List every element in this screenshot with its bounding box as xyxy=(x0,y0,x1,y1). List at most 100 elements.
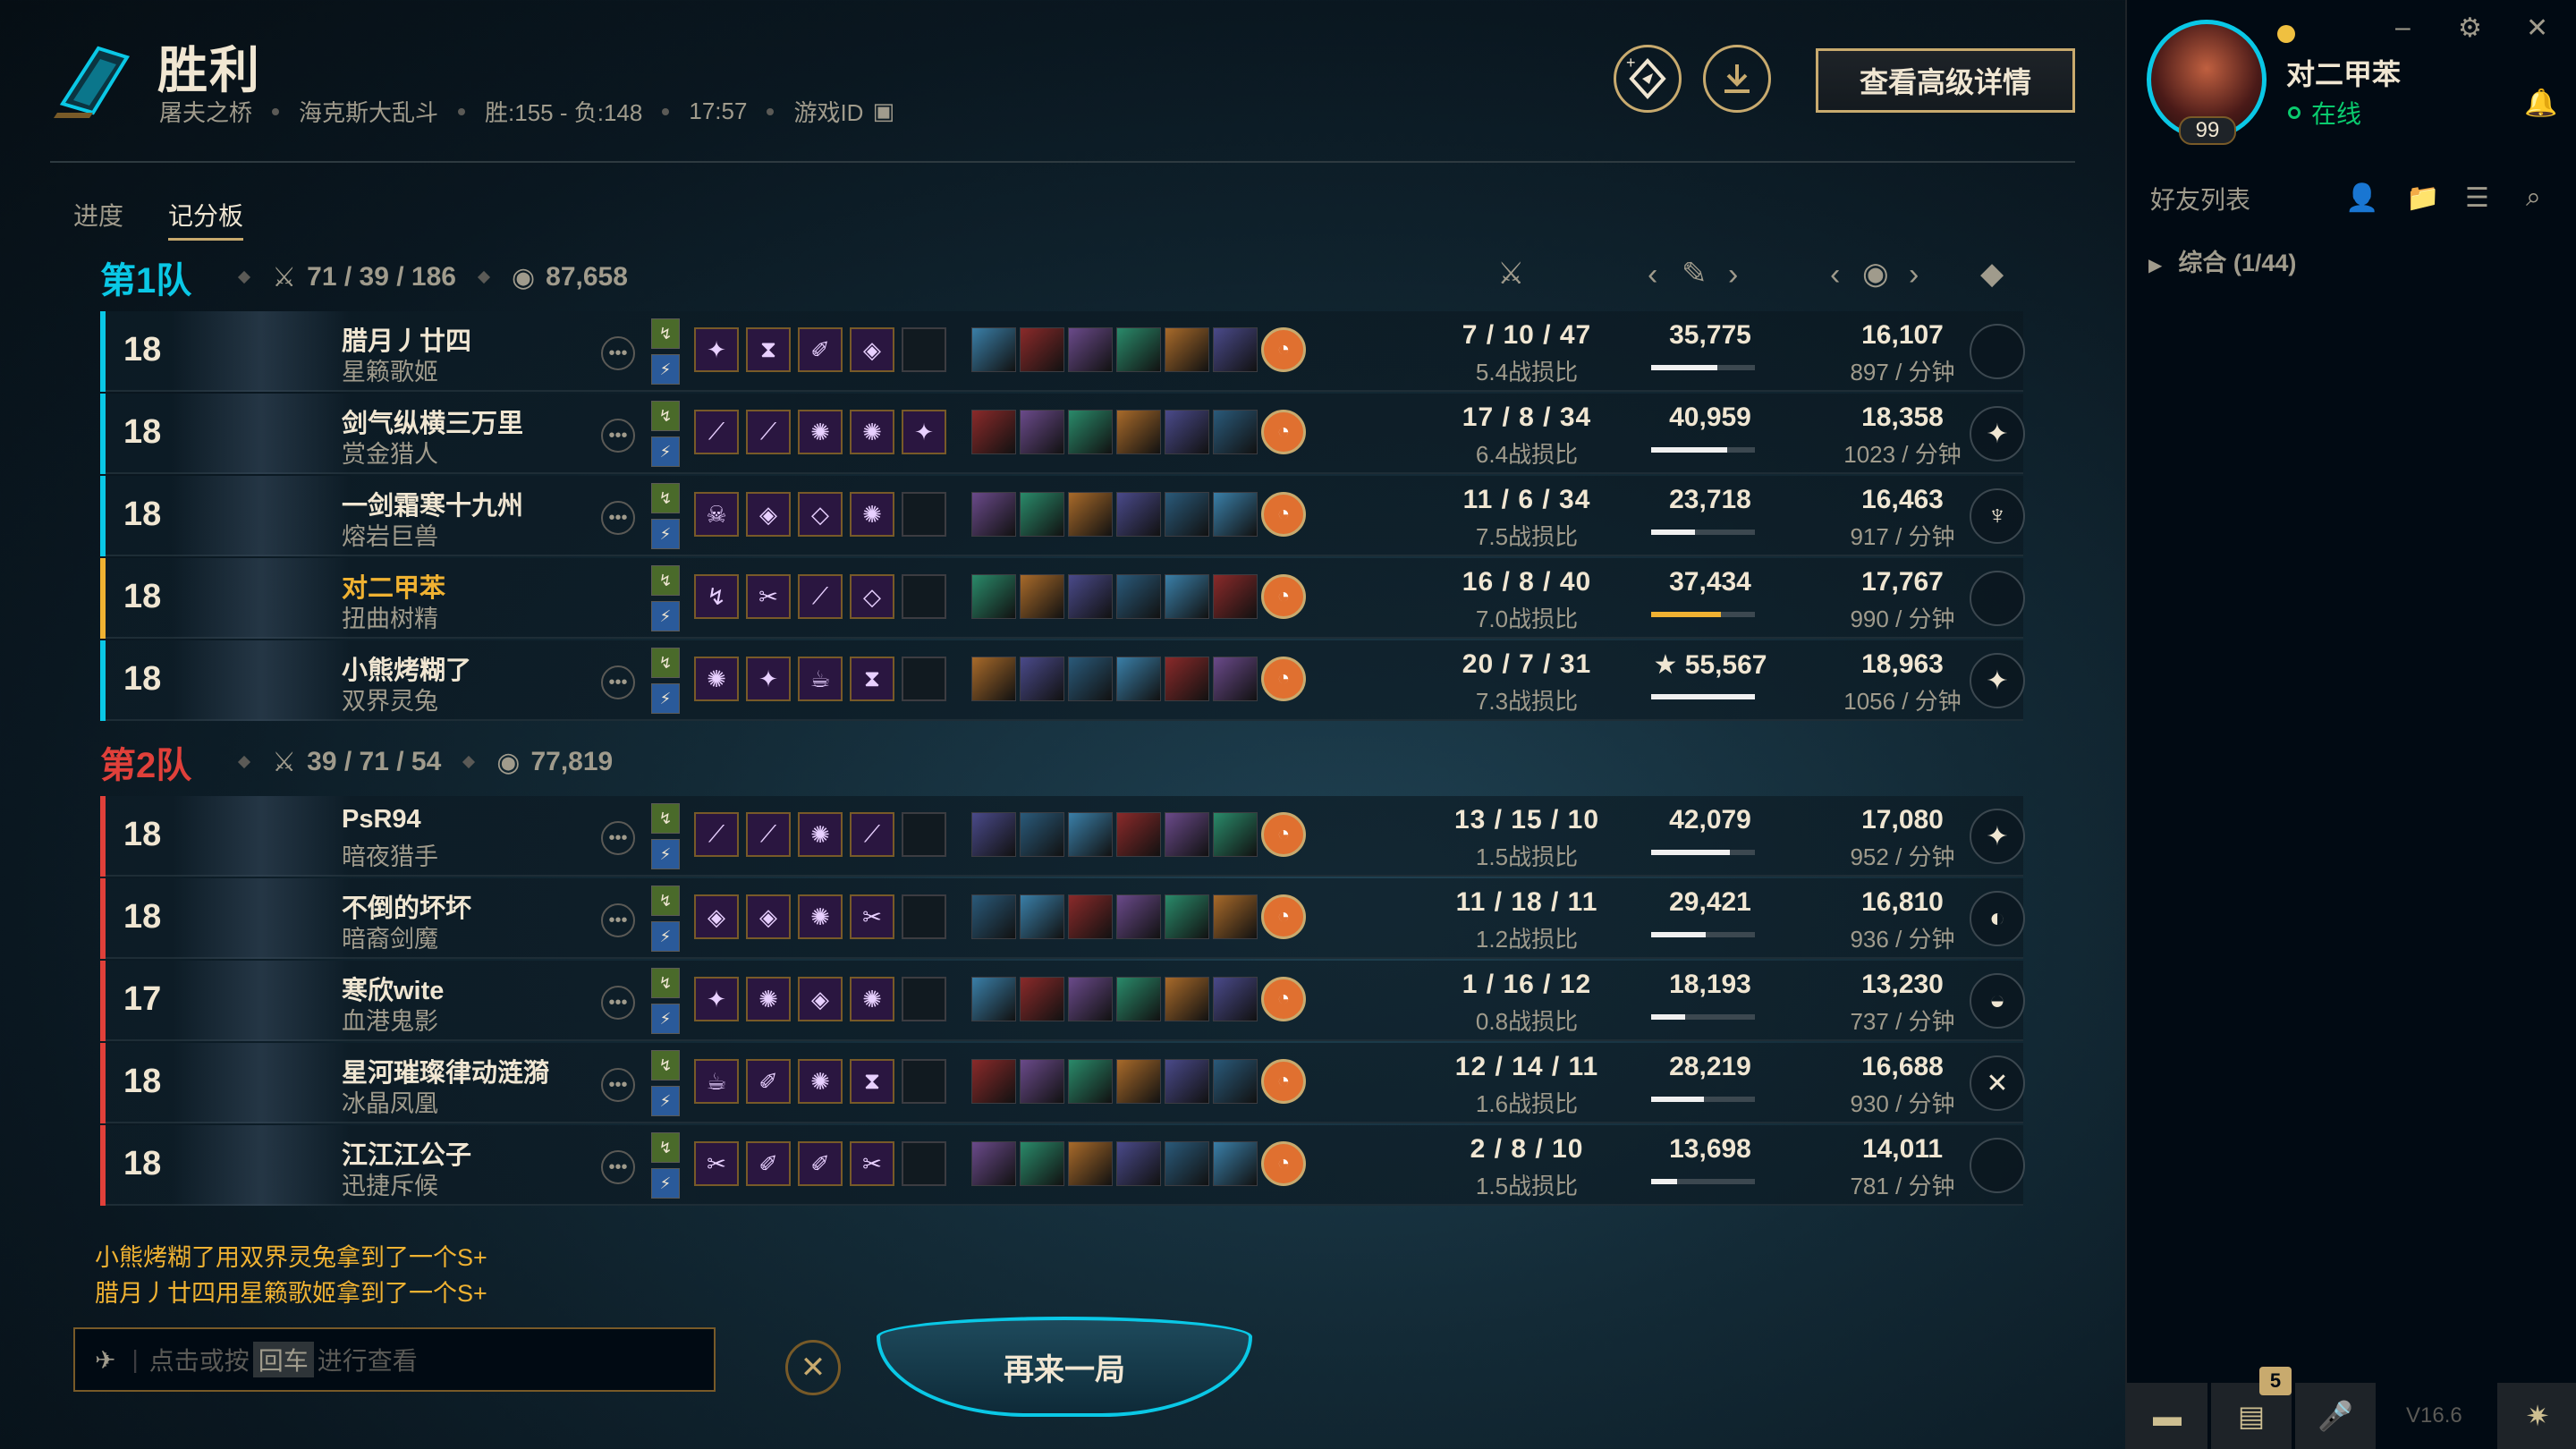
player-row[interactable]: 18 小熊烤糊了 双界灵兔 ••• ↯ ⚡ ✺ ✦ ☕ ⧗ ◔ 20 / 7 / 31… xyxy=(100,640,2025,721)
augment-icon[interactable]: ⧗ xyxy=(850,1059,894,1104)
spell-icon[interactable]: ↯ xyxy=(651,803,680,834)
item-icon[interactable] xyxy=(1068,1059,1113,1104)
honor-badge[interactable]: ✦ xyxy=(1970,406,2025,462)
item-icon[interactable] xyxy=(1213,894,1258,939)
augment-icon[interactable]: ⟋ xyxy=(746,410,791,454)
close-icon[interactable]: ✕ xyxy=(2526,13,2548,44)
item-icon[interactable] xyxy=(1068,574,1113,619)
item-icon[interactable] xyxy=(1213,327,1258,372)
more-options-icon[interactable]: ••• xyxy=(601,665,635,699)
honor-badge[interactable]: ◐ xyxy=(1970,891,2025,946)
augment-icon[interactable]: ◇ xyxy=(798,492,843,537)
advanced-details-button[interactable]: 查看高级详情 xyxy=(1816,48,2075,113)
item-icon[interactable] xyxy=(1213,977,1258,1021)
item-icon[interactable] xyxy=(1116,657,1161,701)
honor-plus-button[interactable]: + xyxy=(1614,45,1682,113)
augment-icon[interactable]: ☕ xyxy=(694,1059,739,1104)
champion-portrait[interactable] xyxy=(172,558,351,639)
augment-icon[interactable]: ◈ xyxy=(850,327,894,372)
more-options-icon[interactable]: ••• xyxy=(601,821,635,855)
augment-icon[interactable]: ✺ xyxy=(850,977,894,1021)
trinket-icon[interactable]: ◔ xyxy=(1261,812,1306,857)
item-icon[interactable] xyxy=(1213,657,1258,701)
item-icon[interactable] xyxy=(1068,410,1113,454)
augment-icon[interactable]: ✐ xyxy=(798,1141,843,1186)
augment-icon[interactable]: ◈ xyxy=(798,977,843,1021)
augment-icon[interactable]: ⧗ xyxy=(746,327,791,372)
honor-badge[interactable] xyxy=(1970,571,2025,626)
close-button[interactable]: ✕ xyxy=(785,1340,841,1395)
add-friend-icon[interactable]: 👤 xyxy=(2345,182,2378,214)
item-icon[interactable] xyxy=(1068,812,1113,857)
trinket-icon[interactable]: ◔ xyxy=(1261,657,1306,701)
honor-badge[interactable]: ✦ xyxy=(1970,653,2025,708)
augment-icon[interactable]: ✺ xyxy=(746,977,791,1021)
honor-badge[interactable]: ♆ xyxy=(1970,488,2025,544)
augment-icon[interactable]: ✂ xyxy=(850,894,894,939)
spell-icon[interactable]: ⚡ xyxy=(651,354,680,385)
champion-portrait[interactable] xyxy=(172,311,351,392)
spell-icon[interactable]: ⚡ xyxy=(651,1086,680,1116)
item-icon[interactable] xyxy=(1020,1059,1064,1104)
item-icon[interactable] xyxy=(1116,894,1161,939)
augment-icon[interactable]: ⧗ xyxy=(850,657,894,701)
more-options-icon[interactable]: ••• xyxy=(601,986,635,1020)
honor-badge[interactable]: ◒ xyxy=(1970,973,2025,1029)
item-icon[interactable] xyxy=(1165,812,1209,857)
item-icon[interactable] xyxy=(1165,977,1209,1021)
spell-icon[interactable]: ↯ xyxy=(651,483,680,513)
item-icon[interactable] xyxy=(1020,812,1064,857)
augment-icon[interactable]: ✦ xyxy=(694,977,739,1021)
spell-icon[interactable]: ↯ xyxy=(651,565,680,596)
item-icon[interactable] xyxy=(1116,977,1161,1021)
item-icon[interactable] xyxy=(1020,894,1064,939)
voice-icon[interactable]: 🎤 xyxy=(2295,1383,2376,1449)
user-status[interactable]: 在线 xyxy=(2288,95,2361,131)
item-icon[interactable] xyxy=(1116,812,1161,857)
trinket-icon[interactable]: ◔ xyxy=(1261,410,1306,454)
item-icon[interactable] xyxy=(971,812,1016,857)
augment-icon[interactable]: ⟋ xyxy=(694,410,739,454)
item-icon[interactable] xyxy=(1068,657,1113,701)
search-icon[interactable]: ⌕ xyxy=(2526,182,2541,213)
trinket-icon[interactable]: ◔ xyxy=(1261,1141,1306,1186)
play-again-button[interactable]: 再来一局 xyxy=(877,1317,1252,1417)
player-row[interactable]: 18 腊月丿廿四 星籁歌姬 ••• ↯ ⚡ ✦ ⧗ ✐ ◈ ◔ 7 / 10 / 47… xyxy=(100,311,2025,392)
spell-icon[interactable]: ↯ xyxy=(651,648,680,678)
item-icon[interactable] xyxy=(1213,574,1258,619)
bug-report-icon[interactable]: ✷ xyxy=(2497,1383,2576,1449)
spell-icon[interactable]: ⚡ xyxy=(651,1004,680,1034)
spell-icon[interactable]: ↯ xyxy=(651,1132,680,1163)
item-icon[interactable] xyxy=(971,1141,1016,1186)
tab-progress[interactable]: 进度 xyxy=(73,197,123,241)
item-icon[interactable] xyxy=(1020,1141,1064,1186)
champion-portrait[interactable] xyxy=(172,961,351,1041)
player-row[interactable]: 18 PsR94 暗夜猎手 ••• ↯ ⚡ ⟋ ⟋ ✺ ⟋ ◔ 13 / 15 / 1… xyxy=(100,796,2025,877)
augment-icon[interactable]: ✺ xyxy=(850,410,894,454)
more-options-icon[interactable]: ••• xyxy=(601,419,635,453)
item-icon[interactable] xyxy=(971,1059,1016,1104)
spell-icon[interactable]: ⚡ xyxy=(651,921,680,952)
item-icon[interactable] xyxy=(1165,894,1209,939)
champion-portrait[interactable] xyxy=(172,640,351,721)
spell-icon[interactable]: ↯ xyxy=(651,1050,680,1080)
item-icon[interactable] xyxy=(971,977,1016,1021)
augment-icon[interactable]: ✐ xyxy=(746,1059,791,1104)
augment-icon[interactable]: ✂ xyxy=(694,1141,739,1186)
item-icon[interactable] xyxy=(1213,812,1258,857)
trinket-icon[interactable]: ◔ xyxy=(1261,327,1306,372)
damage-prev-arrow[interactable]: ‹ xyxy=(1648,258,1657,292)
augment-icon[interactable]: ◈ xyxy=(746,894,791,939)
augment-icon[interactable]: ✺ xyxy=(694,657,739,701)
champion-portrait[interactable] xyxy=(172,1043,351,1123)
chat-icon[interactable]: ▬ xyxy=(2127,1383,2207,1449)
item-icon[interactable] xyxy=(971,894,1016,939)
augment-icon[interactable]: ✺ xyxy=(850,492,894,537)
item-icon[interactable] xyxy=(1165,492,1209,537)
item-icon[interactable] xyxy=(1116,492,1161,537)
more-options-icon[interactable]: ••• xyxy=(601,501,635,535)
player-name[interactable]: PsR94 xyxy=(342,805,421,835)
list-view-icon[interactable]: ☰ xyxy=(2465,182,2489,214)
item-icon[interactable] xyxy=(1116,574,1161,619)
minimize-icon[interactable]: – xyxy=(2395,13,2411,43)
